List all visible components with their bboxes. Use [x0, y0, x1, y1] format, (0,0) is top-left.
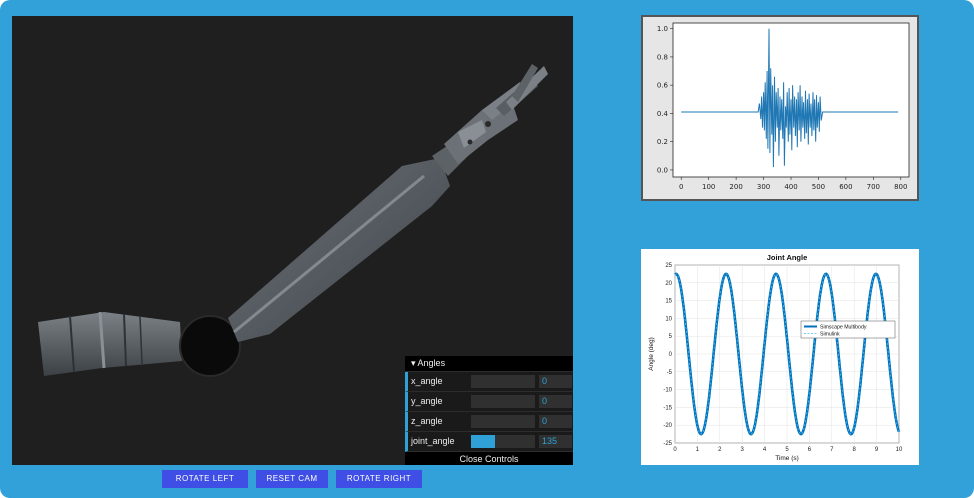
plot1-x-tick-label: 700: [867, 183, 880, 191]
plot2-y-axis-label: Angle (deg): [648, 337, 655, 371]
plot2-y-tick-label: 20: [665, 281, 672, 287]
plot1-x-tick-label: 500: [812, 183, 825, 191]
plot2-x-tick-label: 2: [718, 447, 722, 453]
reset-cam-button[interactable]: RESET CAM: [256, 470, 328, 488]
plot2-legend-label-simscape: Simscape Multibody: [820, 325, 867, 331]
control-row-joint-angle: joint_angle 135: [405, 432, 573, 452]
plot2-title: Joint Angle: [767, 253, 808, 262]
z-angle-label: z_angle: [411, 416, 443, 426]
angles-folder-label: Angles: [417, 358, 446, 368]
plot1-y-tick-label: 0.4: [657, 110, 669, 118]
plot2-y-tick-label: 0: [669, 352, 673, 358]
plot2-x-tick-label: 6: [808, 447, 812, 453]
plot1-y-tick-label: 1.0: [657, 25, 668, 33]
y-angle-label: y_angle: [411, 396, 443, 406]
3d-viewport[interactable]: ▾ Angles x_angle 0 y_angle 0 z_angle 0 j…: [12, 16, 573, 465]
plot1-x-tick-label: 100: [702, 183, 715, 191]
plot2-x-tick-label: 8: [853, 447, 857, 453]
plot1-x-tick-label: 0: [679, 183, 683, 191]
plot2-y-tick-label: -15: [663, 405, 672, 411]
plot2-y-tick-label: -5: [667, 370, 673, 376]
plot1-y-tick-label: 0.2: [657, 138, 668, 146]
control-row-z-angle: z_angle 0: [405, 412, 573, 432]
plot2-y-tick-label: -25: [663, 441, 672, 447]
plot1-x-tick-label: 400: [784, 183, 797, 191]
z-angle-slider[interactable]: [471, 415, 535, 428]
folder-caret-icon: ▾: [411, 358, 416, 368]
plot2-y-tick-label: -10: [663, 388, 672, 394]
robot-hand: [444, 64, 548, 164]
plot2-y-tick-label: 15: [665, 299, 672, 305]
joint-angle-slider[interactable]: [471, 435, 535, 448]
plot2-y-tick-label: 5: [669, 334, 673, 340]
arm-base: [38, 311, 182, 376]
rotate-left-button[interactable]: ROTATE LEFT: [162, 470, 248, 488]
control-row-x-angle: x_angle 0: [405, 372, 573, 392]
close-controls-button[interactable]: Close Controls: [405, 452, 573, 465]
y-angle-input[interactable]: 0: [539, 395, 572, 408]
signal-plot-panel: 0 100 200 300 400 500 600 700 800 0.0 0.2 0.4 0.6 0.8…: [641, 15, 919, 201]
control-row-y-angle: y_angle 0: [405, 392, 573, 412]
plot2-x-tick-label: 3: [741, 447, 745, 453]
plot1-x-tick-label: 600: [839, 183, 852, 191]
x-angle-label: x_angle: [411, 376, 443, 386]
plot2-x-tick-label: 4: [763, 447, 767, 453]
plot2-x-tick-label: 10: [896, 447, 903, 453]
angle-controls-panel: ▾ Angles x_angle 0 y_angle 0 z_angle 0 j…: [405, 356, 573, 465]
rotate-right-button[interactable]: ROTATE RIGHT: [336, 470, 422, 488]
plot1-x-tick-label: 800: [894, 183, 907, 191]
plot2-x-tick-label: 9: [875, 447, 879, 453]
signal-plot: 0 100 200 300 400 500 600 700 800 0.0 0.2 0.4 0.6 0.8…: [657, 22, 910, 191]
joint-angle-label: joint_angle: [411, 436, 455, 446]
plot1-y-tick-label: 0.6: [657, 82, 669, 90]
x-angle-slider[interactable]: [471, 375, 535, 388]
upper-arm: [228, 158, 450, 342]
plot2-y-tick-label: -20: [663, 423, 672, 429]
joint-angle-plot-panel: Joint Angle 0 1 2 3 4 5 6 7 8 9 10 25 20 15 10 5 0 -5 -10 -1…: [641, 249, 919, 465]
joint-angle-plot: Joint Angle 0 1 2 3 4 5 6 7 8 9 10 25 20 15 10 5 0 -5 -10 -1…: [648, 253, 903, 462]
plot2-x-tick-label: 7: [830, 447, 834, 453]
plot1-y-tick-label: 0.0: [657, 166, 668, 174]
x-angle-input[interactable]: 0: [539, 375, 572, 388]
joint-angle-input[interactable]: 135: [539, 435, 572, 448]
app-frame: ▾ Angles x_angle 0 y_angle 0 z_angle 0 j…: [0, 0, 974, 498]
z-angle-input[interactable]: 0: [539, 415, 572, 428]
plot2-x-tick-label: 5: [785, 447, 789, 453]
plot1-x-tick-label: 200: [729, 183, 742, 191]
plot2-y-tick-label: 25: [665, 263, 672, 269]
plot2-x-tick-label: 0: [673, 447, 677, 453]
plot2-legend-label-simulink: Simulink: [820, 332, 840, 338]
plot1-x-tick-label: 300: [757, 183, 770, 191]
plot2-y-tick-label: 10: [665, 316, 672, 322]
plot2-x-axis-label: Time (s): [775, 455, 799, 462]
plot1-y-tick-label: 0.8: [657, 53, 668, 61]
plot2-x-tick-label: 1: [696, 447, 700, 453]
y-angle-slider[interactable]: [471, 395, 535, 408]
angles-folder-title[interactable]: ▾ Angles: [405, 356, 573, 372]
